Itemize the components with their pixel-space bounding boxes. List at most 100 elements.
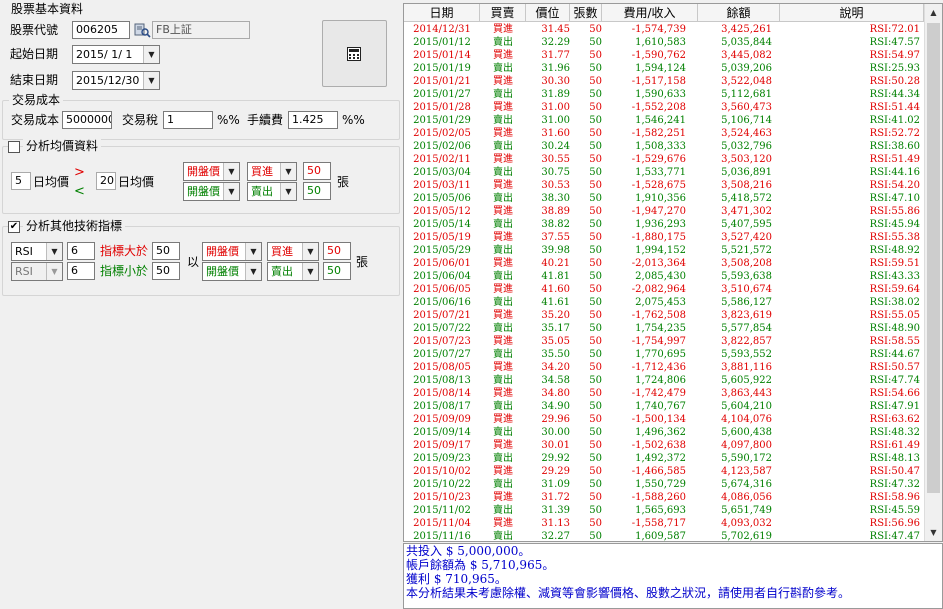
table-row[interactable]: 2015/03/04 賣出 30.75 50 1,533,771 5,036,891 RSI… <box>404 166 924 179</box>
ma-sell-qty-input[interactable]: 50 <box>303 182 331 200</box>
header-fee[interactable]: 費用/收入 <box>602 4 698 22</box>
table-row[interactable]: 2015/07/22 賣出 35.17 50 1,754,235 5,577,854 RSI… <box>404 322 924 335</box>
table-row[interactable]: 2015/05/06 賣出 38.30 50 1,910,356 5,418,572 RSI… <box>404 192 924 205</box>
stock-code-input[interactable]: 006205 <box>72 21 130 39</box>
ma-analysis-checkbox[interactable] <box>8 141 20 153</box>
tech-analysis-checkbox[interactable]: ✔ <box>8 221 20 233</box>
row-price: 29.29 <box>541 466 570 477</box>
table-row[interactable]: 2015/09/14 賣出 30.00 50 1,496,362 5,600,438 RSI… <box>404 426 924 439</box>
header-note[interactable]: 說明 <box>780 4 924 22</box>
table-row[interactable]: 2015/09/09 買進 29.96 50 -1,500,134 4,104,076 RS… <box>404 413 924 426</box>
end-date-picker[interactable]: 2015/12/30 ▼ <box>72 71 160 90</box>
scrollbar-thumb[interactable] <box>927 23 940 493</box>
start-date-picker[interactable]: 2015/ 1/ 1 ▼ <box>72 45 160 64</box>
table-row[interactable]: 2015/10/22 賣出 31.09 50 1,550,729 5,674,316 RSI… <box>404 478 924 491</box>
row-action: 賣出 <box>493 375 513 386</box>
table-row[interactable]: 2015/07/23 買進 35.05 50 -1,754,997 3,822,857 RS… <box>404 335 924 348</box>
indicator-above-label: 指標大於 <box>100 244 149 258</box>
row-action: 賣出 <box>493 479 513 490</box>
header-balance[interactable]: 餘額 <box>698 4 780 22</box>
search-icon[interactable] <box>133 21 151 39</box>
ma-buy-qty-input[interactable]: 50 <box>303 162 331 180</box>
tech-buy-price-select[interactable]: 開盤價 ▼ <box>202 242 262 261</box>
tech-sell-action-select[interactable]: 賣出 ▼ <box>267 262 319 281</box>
table-row[interactable]: 2015/06/16 賣出 41.61 50 2,075,453 5,586,127 RSI… <box>404 296 924 309</box>
row-note: RSI:72.01 <box>869 24 920 35</box>
ma-sell-price-select[interactable]: 開盤價 ▼ <box>183 182 240 201</box>
table-row[interactable]: 2015/01/28 買進 31.00 50 -1,552,208 3,560,473 RS… <box>404 101 924 114</box>
ma-buy-action-value: 買進 <box>251 165 273 178</box>
indicator-below-input[interactable]: 50 <box>152 262 180 280</box>
row-action: 賣出 <box>493 427 513 438</box>
table-row[interactable]: 2015/05/19 買進 37.55 50 -1,880,175 3,527,420 RS… <box>404 231 924 244</box>
table-row[interactable]: 2015/05/14 賣出 38.82 50 1,936,293 5,407,595 RSI… <box>404 218 924 231</box>
ma-unit-label: 張 <box>337 175 350 189</box>
table-row[interactable]: 2015/06/05 買進 41.60 50 -2,082,964 3,510,674 RS… <box>404 283 924 296</box>
indicator-2-period-input[interactable]: 6 <box>67 262 95 280</box>
scroll-down-icon[interactable]: ▼ <box>925 524 942 541</box>
table-row[interactable]: 2015/06/01 買進 40.21 50 -2,013,364 3,508,208 RS… <box>404 257 924 270</box>
indicator-2-select[interactable]: RSI ▼ <box>11 262 63 281</box>
table-row[interactable]: 2015/01/29 賣出 31.00 50 1,546,241 5,106,714 RSI… <box>404 114 924 127</box>
row-note: RSI:45.59 <box>869 505 920 516</box>
tech-sell-price-select[interactable]: 開盤價 ▼ <box>202 262 262 281</box>
ma-sell-action-select[interactable]: 賣出 ▼ <box>247 182 297 201</box>
table-row[interactable]: 2015/11/16 賣出 32.27 50 1,609,587 5,702,619 RSI… <box>404 530 924 541</box>
table-row[interactable]: 2015/08/17 賣出 34.90 50 1,740,767 5,604,210 RSI… <box>404 400 924 413</box>
table-row[interactable]: 2015/02/05 買進 31.60 50 -1,582,251 3,524,463 RS… <box>404 127 924 140</box>
indicator-above-input[interactable]: 50 <box>152 242 180 260</box>
indicator-1-select[interactable]: RSI ▼ <box>11 242 63 261</box>
table-row[interactable]: 2015/08/13 賣出 34.58 50 1,724,806 5,605,922 RSI… <box>404 374 924 387</box>
table-row[interactable]: 2015/09/17 買進 30.01 50 -1,502,638 4,097,800 RS… <box>404 439 924 452</box>
cost-input[interactable]: 5000000 <box>62 111 112 129</box>
ma1-input[interactable]: 5 <box>11 172 31 190</box>
scroll-up-icon[interactable]: ▲ <box>925 4 942 21</box>
row-qty: 50 <box>589 154 602 165</box>
vertical-scrollbar[interactable]: ▲ ▼ <box>924 4 942 541</box>
table-row[interactable]: 2015/05/29 賣出 39.98 50 1,994,152 5,521,572 RSI… <box>404 244 924 257</box>
table-row[interactable]: 2015/01/27 賣出 31.89 50 1,590,633 5,112,681 RSI… <box>404 88 924 101</box>
table-row[interactable]: 2015/07/27 賣出 35.50 50 1,770,695 5,593,552 RSI… <box>404 348 924 361</box>
header-date[interactable]: 日期 <box>404 4 480 22</box>
ma2-input[interactable]: 20 <box>96 172 116 190</box>
table-row[interactable]: 2015/10/23 買進 31.72 50 -1,588,260 4,086,056 RS… <box>404 491 924 504</box>
table-row[interactable]: 2015/02/11 買進 30.55 50 -1,529,676 3,503,120 RS… <box>404 153 924 166</box>
table-row[interactable]: 2015/08/05 買進 34.20 50 -1,712,436 3,881,116 RS… <box>404 361 924 374</box>
header-price[interactable]: 價位 <box>526 4 570 22</box>
indicator-1-period-input[interactable]: 6 <box>67 242 95 260</box>
table-row[interactable]: 2015/01/14 買進 31.77 50 -1,590,762 3,445,082 RS… <box>404 49 924 62</box>
table-row[interactable]: 2015/08/14 買進 34.80 50 -1,742,479 3,863,443 RS… <box>404 387 924 400</box>
tech-buy-action-select[interactable]: 買進 ▼ <box>267 242 319 261</box>
row-fee: 1,754,235 <box>635 323 686 334</box>
calculate-button[interactable] <box>322 20 387 87</box>
table-row[interactable]: 2015/05/12 買進 38.89 50 -1,947,270 3,471,302 RS… <box>404 205 924 218</box>
table-row[interactable]: 2015/07/21 買進 35.20 50 -1,762,508 3,823,619 RS… <box>404 309 924 322</box>
end-date-label: 結束日期 <box>10 73 59 87</box>
table-row[interactable]: 2015/03/11 買進 30.53 50 -1,528,675 3,508,216 RS… <box>404 179 924 192</box>
row-qty: 50 <box>589 128 602 139</box>
row-action: 買進 <box>493 24 513 35</box>
table-row[interactable]: 2014/12/31 買進 31.45 50 -1,574,739 3,425,261 RS… <box>404 23 924 36</box>
row-fee: -1,712,436 <box>631 362 686 373</box>
tech-buy-qty-input[interactable]: 50 <box>323 242 351 260</box>
ma-buy-price-select[interactable]: 開盤價 ▼ <box>183 162 240 181</box>
table-row[interactable]: 2015/09/23 賣出 29.92 50 1,492,372 5,590,172 RSI… <box>404 452 924 465</box>
ma-buy-action-select[interactable]: 買進 ▼ <box>247 162 297 181</box>
header-qty[interactable]: 張數 <box>570 4 602 22</box>
tech-sell-qty-input[interactable]: 50 <box>323 262 351 280</box>
table-row[interactable]: 2015/11/02 賣出 31.39 50 1,565,693 5,651,749 RSI… <box>404 504 924 517</box>
table-row[interactable]: 2015/10/02 買進 29.29 50 -1,466,585 4,123,587 RS… <box>404 465 924 478</box>
table-row[interactable]: 2015/01/21 買進 30.30 50 -1,517,158 3,522,048 RS… <box>404 75 924 88</box>
fee-input[interactable]: 1.425 <box>288 111 338 129</box>
table-row[interactable]: 2015/06/04 賣出 41.81 50 2,085,430 5,593,638 RSI… <box>404 270 924 283</box>
header-action[interactable]: 買賣 <box>480 4 526 22</box>
table-row[interactable]: 2015/02/06 賣出 30.24 50 1,508,333 5,032,796 RSI… <box>404 140 924 153</box>
table-row[interactable]: 2015/01/12 賣出 32.29 50 1,610,583 5,035,844 RSI… <box>404 36 924 49</box>
row-balance: 4,123,587 <box>721 466 772 477</box>
row-price: 40.21 <box>541 258 570 269</box>
row-price: 41.81 <box>541 271 570 282</box>
tax-input[interactable]: 1 <box>163 111 213 129</box>
table-row[interactable]: 2015/11/04 買進 31.13 50 -1,558,717 4,093,032 RS… <box>404 517 924 530</box>
row-note: RSI:48.92 <box>869 245 920 256</box>
table-row[interactable]: 2015/01/19 賣出 31.96 50 1,594,124 5,039,206 RSI… <box>404 62 924 75</box>
